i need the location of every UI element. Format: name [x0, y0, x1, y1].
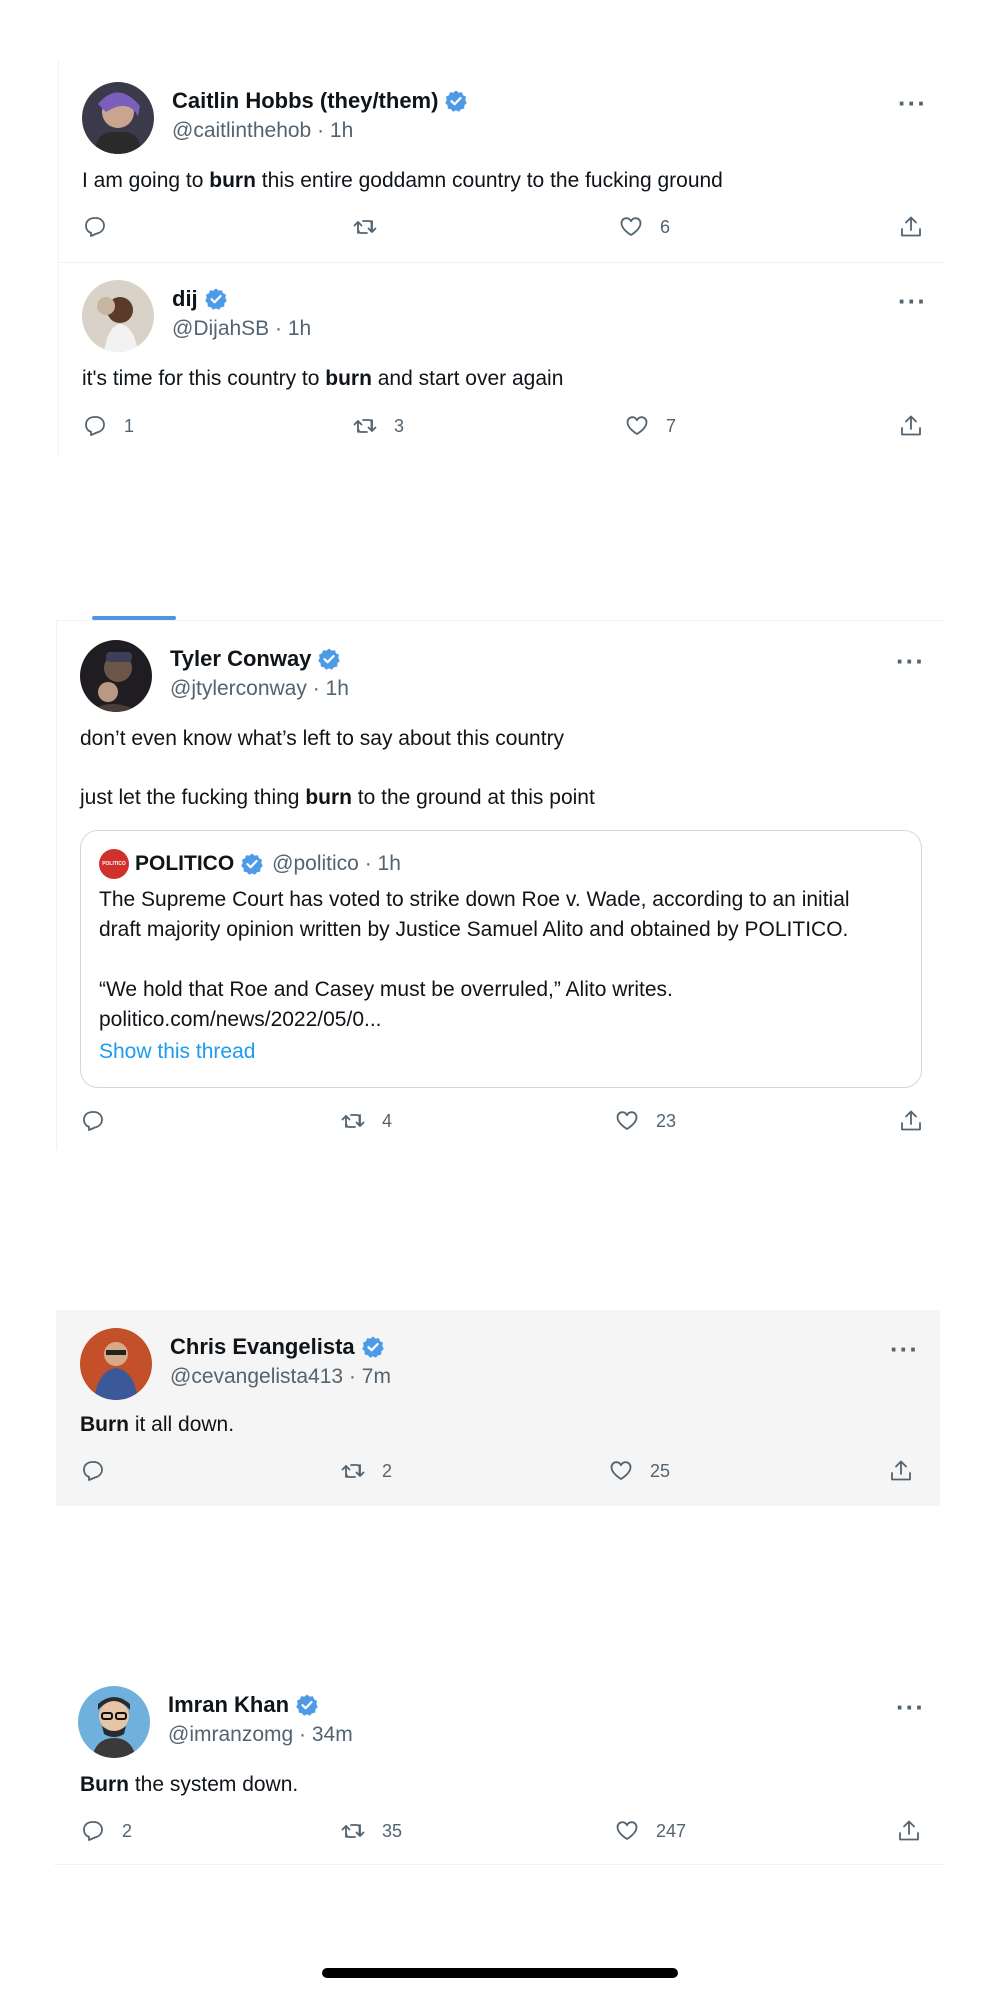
share-icon: [899, 1820, 919, 1841]
tweet-caitlin[interactable]: Caitlin Hobbs (they/them) @caitlinthehob…: [58, 60, 946, 260]
like-button[interactable]: 6: [618, 214, 670, 240]
verified-badge-icon: [203, 287, 228, 311]
avatar[interactable]: [78, 1686, 150, 1758]
share-icon: [901, 1110, 921, 1131]
retweet-icon: [341, 1464, 365, 1478]
tweet-text: Burn it all down.: [80, 1413, 235, 1436]
like-icon: [610, 1461, 632, 1480]
like-button[interactable]: 25: [608, 1458, 670, 1484]
reply-button[interactable]: 2: [80, 1818, 132, 1844]
retweet-button[interactable]: [352, 214, 394, 240]
reply-button[interactable]: 1: [82, 413, 134, 439]
like-icon: [626, 416, 648, 435]
handle-time[interactable]: @jtylerconway · 1h: [170, 677, 349, 701]
retweet-button[interactable]: 2: [340, 1458, 392, 1484]
handle-time[interactable]: @DijahSB · 1h: [172, 317, 311, 341]
quoted-display-name[interactable]: POLITICO: [135, 852, 234, 876]
reply-icon: [85, 416, 105, 436]
share-icon: [901, 415, 921, 436]
tweet-text-line2: just let the fucking thing burn to the g…: [80, 786, 595, 809]
quoted-handle-time: @politico · 1h: [272, 852, 401, 875]
retweet-button[interactable]: 35: [340, 1818, 402, 1844]
quoted-text-line1: The Supreme Court has voted to strike do…: [99, 888, 850, 911]
like-icon: [616, 1821, 638, 1840]
share-button[interactable]: [896, 1818, 922, 1844]
verified-badge-icon: [317, 647, 342, 671]
share-icon: [901, 216, 921, 237]
share-button[interactable]: [898, 413, 924, 439]
share-button[interactable]: [898, 1108, 924, 1134]
avatar[interactable]: [80, 1328, 152, 1400]
action-bar: 1 3 7: [82, 413, 932, 443]
show-thread-link[interactable]: Show this thread: [99, 1037, 255, 1067]
verified-badge-icon: [240, 852, 265, 876]
like-button[interactable]: 23: [614, 1108, 676, 1134]
more-options-icon[interactable]: ···: [898, 288, 927, 314]
retweet-icon: [353, 419, 377, 433]
retweet-icon: [341, 1114, 365, 1128]
retweet-button[interactable]: 3: [352, 413, 404, 439]
thread-edge: [58, 60, 59, 456]
politico-logo-icon: POLITICO: [99, 849, 129, 879]
display-name[interactable]: Tyler Conway: [170, 646, 311, 672]
display-name[interactable]: Imran Khan: [168, 1692, 289, 1718]
handle-time[interactable]: @imranzomg · 34m: [168, 1723, 353, 1747]
like-icon: [620, 217, 642, 236]
tweet-text-line1: don’t even know what’s left to say about…: [80, 727, 565, 750]
quoted-link[interactable]: politico.com/news/2022/05/0...: [99, 1005, 382, 1035]
tweet-chris[interactable]: Chris Evangelista @cevangelista413 · 7m …: [56, 1310, 940, 1506]
avatar[interactable]: [80, 640, 152, 712]
handle-time[interactable]: @caitlinthehob · 1h: [172, 119, 353, 143]
reply-button[interactable]: [82, 214, 124, 240]
home-indicator[interactable]: [322, 1968, 678, 1978]
reply-icon: [85, 217, 105, 237]
tweet-text: it's time for this country to burn and s…: [82, 367, 564, 390]
verified-badge-icon: [444, 89, 469, 113]
display-name[interactable]: Caitlin Hobbs (they/them): [172, 88, 438, 114]
reply-icon: [83, 1111, 103, 1131]
share-button[interactable]: [888, 1458, 914, 1484]
like-button[interactable]: 7: [624, 413, 676, 439]
avatar[interactable]: [82, 82, 154, 154]
more-options-icon[interactable]: ···: [896, 1694, 925, 1720]
like-button[interactable]: 247: [614, 1818, 686, 1844]
quoted-text-line2: draft majority opinion written by Justic…: [99, 918, 849, 941]
reply-icon: [83, 1821, 103, 1841]
thread-edge: [56, 620, 57, 1150]
retweet-icon: [341, 1824, 365, 1838]
more-options-icon[interactable]: ···: [898, 90, 927, 116]
verified-badge-icon: [360, 1335, 385, 1359]
display-name[interactable]: Chris Evangelista: [170, 1334, 355, 1360]
quoted-text-line3: “We hold that Roe and Casey must be over…: [99, 978, 673, 1001]
display-name[interactable]: dij: [172, 286, 198, 312]
share-button[interactable]: [898, 214, 924, 240]
tweet-tyler[interactable]: Tyler Conway @jtylerconway · 1h ··· don’…: [56, 620, 946, 1150]
verified-badge-icon: [295, 1693, 319, 1717]
tweet-text: I am going to burn this entire goddamn c…: [82, 169, 723, 192]
share-icon: [891, 1460, 911, 1481]
tweet-dij[interactable]: dij @DijahSB · 1h ··· it's time for this…: [58, 262, 946, 460]
action-bar: 6: [82, 214, 932, 244]
avatar[interactable]: [82, 280, 154, 352]
reply-button[interactable]: [80, 1458, 122, 1484]
reply-icon: [83, 1461, 103, 1481]
tweet-text: Burn the system down.: [80, 1773, 299, 1796]
like-icon: [616, 1111, 638, 1130]
action-bar: 2 35 247: [80, 1818, 930, 1848]
retweet-button[interactable]: 4: [340, 1108, 392, 1134]
handle-time[interactable]: @cevangelista413 · 7m: [170, 1365, 391, 1389]
divider: [54, 1864, 944, 1865]
quoted-tweet[interactable]: POLITICO POLITICO @politico · 1h The Sup…: [80, 830, 922, 1088]
retweet-icon: [353, 220, 377, 234]
tweet-imran[interactable]: Imran Khan @imranzomg · 34m ··· Burn the…: [54, 1668, 944, 1864]
reply-button[interactable]: [80, 1108, 122, 1134]
action-bar: 4 23: [80, 1108, 930, 1138]
more-options-icon[interactable]: ···: [890, 1336, 919, 1362]
more-options-icon[interactable]: ···: [896, 648, 925, 674]
action-bar: 2 25: [80, 1458, 926, 1488]
